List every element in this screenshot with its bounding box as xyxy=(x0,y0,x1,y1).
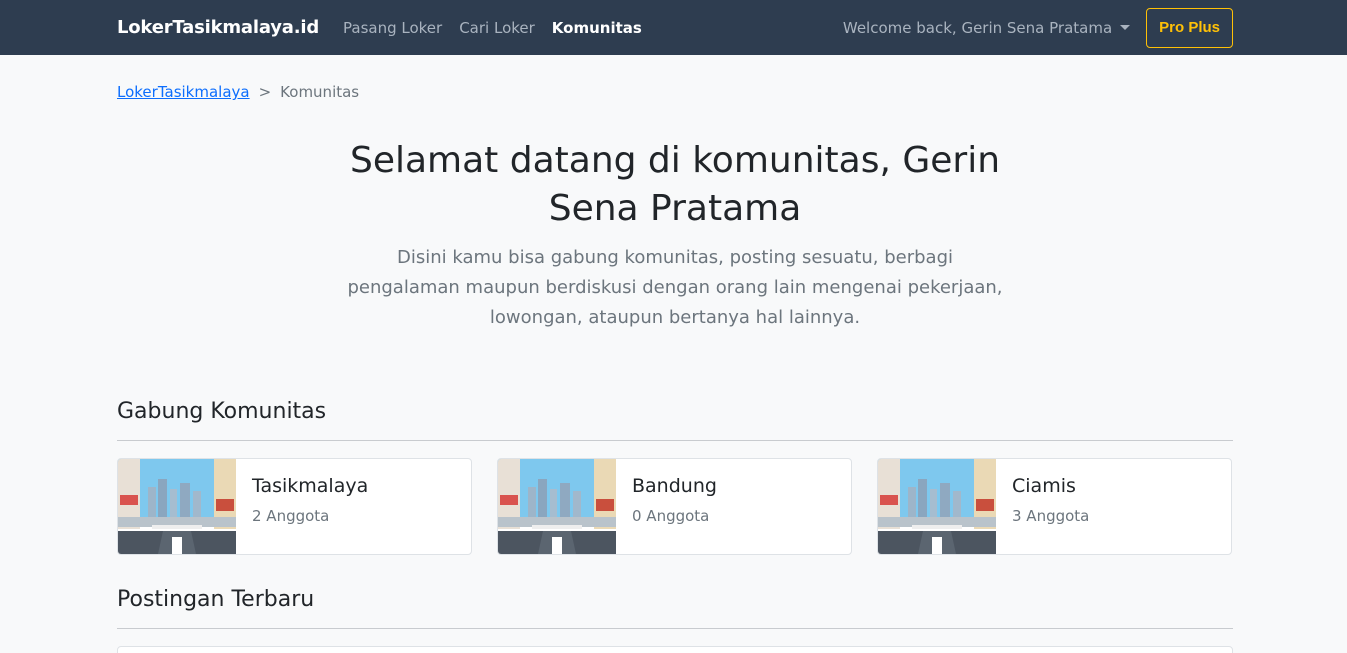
card-body: Ciamis 3 Anggota xyxy=(996,459,1105,554)
city-street-image xyxy=(498,459,616,554)
user-menu-dropdown[interactable]: Welcome back, Gerin Sena Pratama xyxy=(842,18,1131,37)
card-body: Tasikmalaya 2 Anggota xyxy=(236,459,384,554)
community-card-ciamis[interactable]: Ciamis 3 Anggota xyxy=(877,458,1232,555)
nav-link-cari-loker[interactable]: Cari Loker xyxy=(459,19,535,37)
pro-plus-button[interactable]: Pro Plus xyxy=(1146,7,1233,48)
community-members: 0 Anggota xyxy=(632,507,710,525)
communities-section-title: Gabung Komunitas xyxy=(117,399,1233,441)
caret-down-icon xyxy=(1120,25,1131,30)
nav-link-komunitas[interactable]: Komunitas xyxy=(552,19,642,37)
hero-title: Selamat datang di komunitas, Gerin Sena … xyxy=(349,140,1001,229)
community-name: Tasikmalaya xyxy=(252,475,369,497)
community-cards: Tasikmalaya 2 Anggota Bandung 0 Anggota … xyxy=(117,458,1233,555)
brand-logo[interactable]: LokerTasikmalaya.id xyxy=(117,17,319,38)
posts-section-title: Postingan Terbaru xyxy=(117,587,1233,629)
card-body: Bandung 0 Anggota xyxy=(616,459,733,554)
community-members: 2 Anggota xyxy=(252,507,330,525)
breadcrumb-separator: > xyxy=(258,83,272,101)
city-street-image xyxy=(118,459,236,554)
welcome-text: Welcome back, Gerin Sena Pratama xyxy=(842,18,1113,37)
breadcrumb-current: Komunitas xyxy=(280,83,360,101)
top-navbar: LokerTasikmalaya.id Pasang Loker Cari Lo… xyxy=(0,0,1347,55)
city-street-image xyxy=(878,459,996,554)
community-card-tasikmalaya[interactable]: Tasikmalaya 2 Anggota xyxy=(117,458,472,555)
community-members: 3 Anggota xyxy=(1012,507,1090,525)
breadcrumb-home-link[interactable]: LokerTasikmalaya xyxy=(117,83,250,101)
community-card-bandung[interactable]: Bandung 0 Anggota xyxy=(497,458,852,555)
community-name: Bandung xyxy=(632,475,717,497)
breadcrumb: LokerTasikmalaya > Komunitas xyxy=(117,83,1233,101)
hero-section: Selamat datang di komunitas, Gerin Sena … xyxy=(117,137,1233,333)
nav-link-pasang-loker[interactable]: Pasang Loker xyxy=(343,19,442,37)
community-name: Ciamis xyxy=(1012,475,1076,497)
hero-description: Disini kamu bisa gabung komunitas, posti… xyxy=(347,247,1003,328)
post-card[interactable] xyxy=(117,646,1233,653)
main-container: LokerTasikmalaya > Komunitas Selamat dat… xyxy=(0,83,1347,653)
